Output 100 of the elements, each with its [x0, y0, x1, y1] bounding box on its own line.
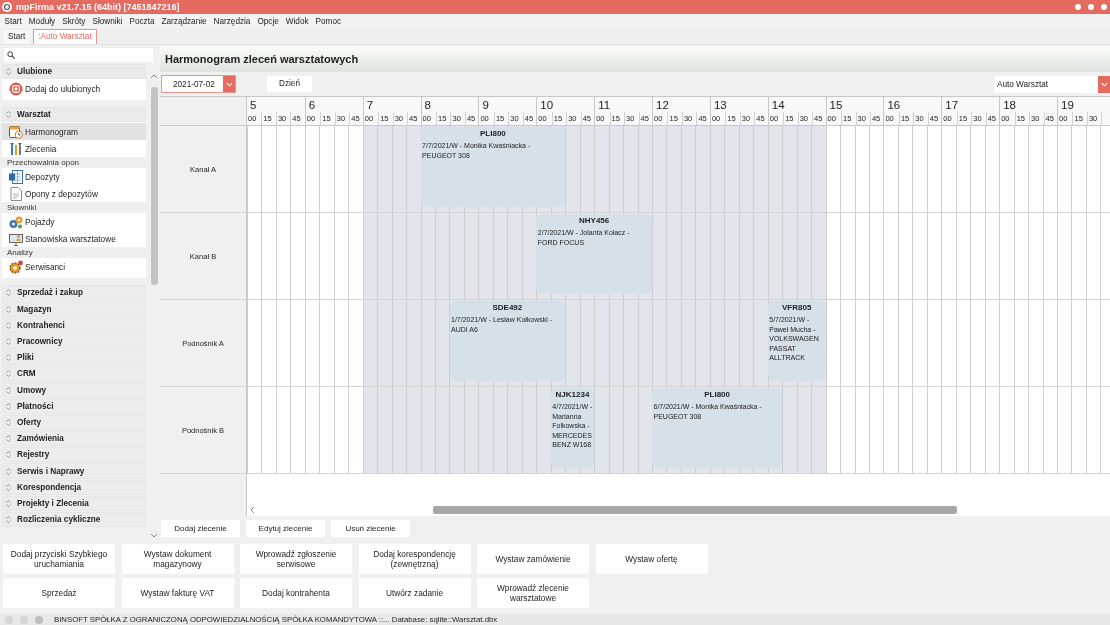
event-title: VFR805	[781, 303, 813, 312]
scroll-down-icon[interactable]	[150, 533, 158, 538]
quick-action-button[interactable]: Wprowadź zlecenie warsztatowe	[477, 578, 589, 608]
quick-action-button[interactable]: Dodaj korespondencję (zewnętrzną)	[358, 544, 471, 574]
dot-icon[interactable]	[1101, 4, 1107, 10]
date-field[interactable]: 2021-07-02	[161, 75, 236, 93]
chevron-down-icon	[1100, 82, 1108, 87]
menu-item[interactable]: Słowniki	[89, 15, 125, 27]
section-header[interactable]: Magazyn	[2, 301, 146, 317]
hour-label: 15	[828, 98, 844, 112]
search-icon	[7, 51, 15, 59]
scrollbar-thumb[interactable]	[433, 506, 957, 514]
quick-action-button[interactable]: Dodaj przyciski Szybkiego uruchamiania	[3, 544, 115, 574]
expand-collapse-icon	[5, 482, 12, 492]
sidebar-item[interactable]: Opony z depozytów	[2, 185, 146, 203]
section-header[interactable]: Korespondencja	[2, 479, 146, 495]
hour-label: 9	[481, 98, 490, 112]
expand-collapse-icon	[5, 320, 12, 330]
hour-label: 11	[597, 98, 612, 112]
quick-action-button[interactable]: Wystaw ofertę	[595, 544, 708, 574]
dot-icon[interactable]	[1075, 4, 1081, 10]
hour-label: 12	[655, 98, 670, 112]
section-header[interactable]: Pracownicy	[2, 333, 146, 350]
sidebar-item[interactable]: Stanowiska warsztatowe	[2, 230, 146, 248]
quick-action-button[interactable]: Wystaw dokument magazynowy	[121, 544, 234, 574]
expand-collapse-icon	[5, 417, 12, 427]
tab[interactable]: Start	[3, 30, 31, 44]
quick-action-button[interactable]: Wystaw fakturę VAT	[121, 578, 234, 608]
menu-item[interactable]: Widok	[283, 15, 312, 27]
menu-item[interactable]: Narzędzia	[211, 15, 253, 27]
window-title: mpFirma v21.7.15 (64bit) [7451847216]	[16, 2, 180, 12]
quick-action-button[interactable]: Wprowadź zgłoszenie serwisowe	[240, 544, 352, 574]
section-header[interactable]: CRM	[2, 366, 146, 382]
monitor-icon	[9, 231, 23, 246]
menu-item[interactable]: Skróty	[59, 15, 88, 27]
sidebar-item[interactable]: Harmonogram	[2, 123, 146, 141]
sidebar-item[interactable]: Serwisanci	[2, 258, 146, 276]
expand-collapse-icon	[5, 67, 12, 77]
scroll-left-icon[interactable]	[250, 506, 255, 514]
document-icon	[9, 186, 23, 201]
sidebar-item[interactable]: Dodaj do ulubionych	[2, 80, 146, 98]
section-header[interactable]: Zamówienia	[2, 431, 146, 447]
hour-label: 5	[249, 98, 258, 112]
section-header[interactable]: Oferty	[2, 414, 146, 431]
section-header[interactable]: Kontrahenci	[2, 317, 146, 333]
menu-item[interactable]: Moduły	[26, 15, 58, 27]
page-title: Harmonogram zleceń warsztatowych	[165, 53, 359, 65]
quick-action-button[interactable]: Dodaj kontrahenta	[240, 578, 352, 608]
action-button[interactable]: Dodaj zlecenie	[161, 519, 240, 537]
search-field[interactable]	[4, 48, 153, 62]
hour-label: 18	[1002, 98, 1017, 112]
quick-action-button[interactable]: Utwórz zadanie	[358, 578, 471, 608]
gear-icon	[9, 259, 23, 274]
view-button[interactable]: Dzień	[267, 76, 312, 92]
scroll-up-icon[interactable]	[150, 74, 158, 79]
group-label: Słowniki	[2, 202, 146, 214]
section-header[interactable]: Ulubione	[2, 64, 146, 80]
menu-item[interactable]: Opcje	[254, 15, 282, 27]
menu-item[interactable]: Pomoc	[313, 15, 344, 27]
menu-item[interactable]: Poczta	[126, 15, 157, 27]
section-header[interactable]: Sprzedaż i zakup	[2, 285, 146, 301]
event-title: NHY456	[578, 216, 611, 225]
expand-collapse-icon	[5, 369, 12, 379]
dot-icon[interactable]	[1088, 4, 1094, 10]
section-header[interactable]: Rozliczenia cykliczne	[2, 512, 146, 528]
gears-icon	[9, 214, 23, 229]
section-header[interactable]: Płatności	[2, 398, 146, 414]
action-button[interactable]: Edytuj zlecenie	[246, 519, 325, 537]
section-header[interactable]: Projekty i Zlecenia	[2, 495, 146, 511]
section-header[interactable]: Pliki	[2, 350, 146, 366]
section-header[interactable]: Warsztat	[2, 107, 146, 123]
quick-action-button[interactable]: Wystaw zamówienie	[477, 544, 589, 574]
workshop-dropdown[interactable]: Auto Warsztat	[994, 76, 1110, 93]
expand-collapse-icon	[5, 466, 12, 476]
event-title: PLI800	[479, 129, 507, 138]
hour-label: 10	[539, 98, 555, 112]
section-header[interactable]: Serwis i Naprawy	[2, 463, 146, 479]
hour-label: 8	[423, 98, 432, 112]
action-button[interactable]: Usuń zlecenie	[331, 519, 410, 537]
expand-collapse-icon	[5, 450, 12, 460]
sidebar-item[interactable]: Pojazdy	[2, 213, 146, 231]
menu-item[interactable]: Zarządzanie	[159, 15, 210, 27]
sidebar-item[interactable]: Depozyty	[2, 168, 146, 186]
section-header[interactable]: Umowy	[2, 382, 146, 398]
menu-item[interactable]: Start	[2, 15, 25, 27]
chevron-down-icon	[225, 81, 233, 87]
status-dot-icon	[34, 615, 43, 624]
event-title: PLI800	[703, 390, 731, 399]
expand-collapse-icon	[5, 498, 12, 508]
hour-label: 16	[886, 98, 902, 112]
sidebar-item[interactable]: Zlecenia	[2, 140, 146, 158]
scrollbar-thumb[interactable]	[150, 87, 158, 285]
expand-collapse-icon	[5, 515, 12, 525]
status-dot-icon	[19, 615, 28, 624]
dropdown-button[interactable]	[223, 76, 235, 92]
expand-collapse-icon	[5, 353, 12, 363]
expand-collapse-icon	[5, 110, 12, 120]
quick-action-button[interactable]: Sprzedaż	[3, 578, 115, 608]
dropdown-button[interactable]	[1098, 76, 1110, 93]
section-header[interactable]: Rejestry	[2, 447, 146, 463]
